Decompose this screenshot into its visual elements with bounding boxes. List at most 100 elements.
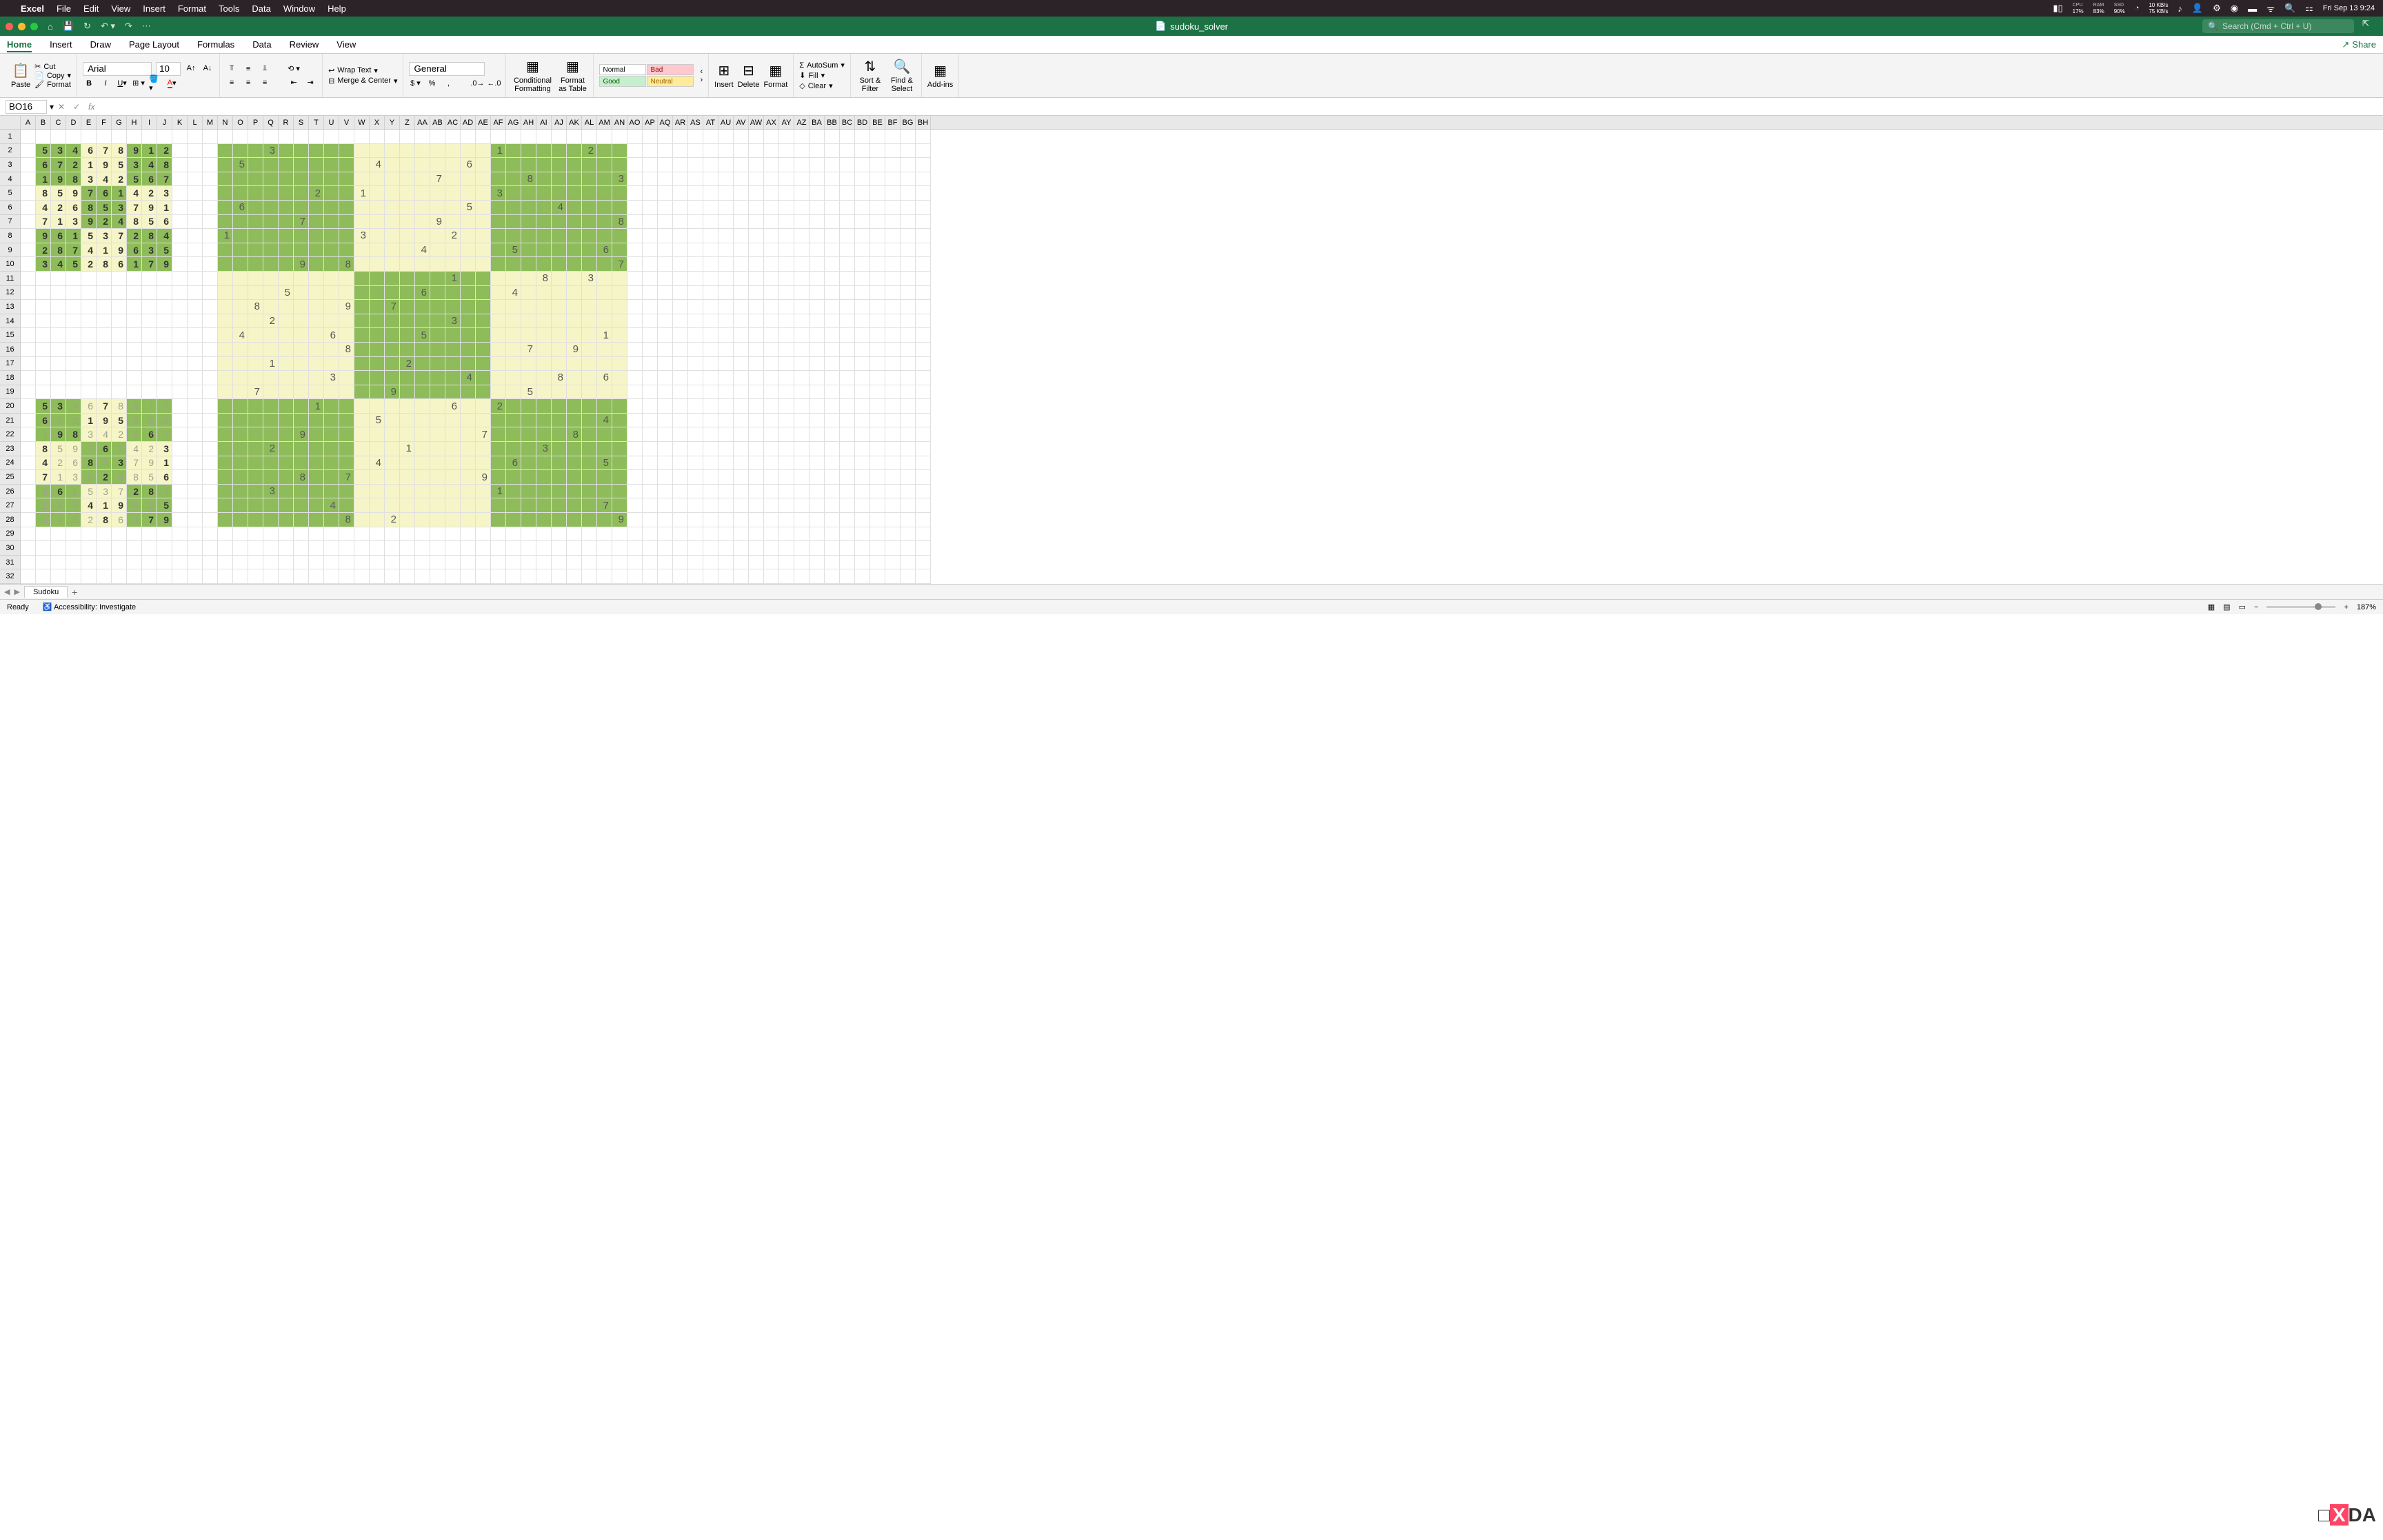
- cell[interactable]: [885, 172, 901, 187]
- cell[interactable]: [309, 257, 324, 272]
- cell[interactable]: [279, 442, 294, 456]
- redo-icon[interactable]: ↷: [125, 21, 132, 32]
- cell[interactable]: [749, 357, 764, 372]
- cell[interactable]: 2: [157, 144, 172, 159]
- cell[interactable]: 7: [597, 498, 612, 513]
- cell[interactable]: [506, 300, 521, 314]
- cell[interactable]: [885, 470, 901, 485]
- column-header[interactable]: I: [142, 116, 157, 129]
- cell[interactable]: [536, 243, 552, 258]
- cell[interactable]: [521, 485, 536, 499]
- copy-button[interactable]: 📄 Copy ▾: [34, 71, 71, 80]
- cell[interactable]: [718, 272, 734, 286]
- cell[interactable]: [627, 556, 643, 570]
- cell[interactable]: [263, 215, 279, 230]
- cell[interactable]: [718, 470, 734, 485]
- cell[interactable]: [703, 130, 718, 144]
- cell[interactable]: [552, 215, 567, 230]
- cell[interactable]: [840, 243, 855, 258]
- cell[interactable]: [597, 485, 612, 499]
- cell[interactable]: [703, 343, 718, 357]
- cell[interactable]: [536, 371, 552, 385]
- cell[interactable]: [718, 158, 734, 172]
- cell[interactable]: [673, 399, 688, 414]
- cell[interactable]: [415, 229, 430, 243]
- cell[interactable]: [294, 144, 309, 159]
- cell[interactable]: [552, 286, 567, 301]
- cell[interactable]: [81, 541, 97, 556]
- cell[interactable]: [901, 186, 916, 201]
- cell[interactable]: [825, 172, 840, 187]
- cell[interactable]: [400, 243, 415, 258]
- cell[interactable]: [885, 385, 901, 400]
- cell[interactable]: [627, 485, 643, 499]
- cell[interactable]: [248, 556, 263, 570]
- cell[interactable]: [203, 541, 218, 556]
- cell[interactable]: [536, 498, 552, 513]
- cell[interactable]: 4: [370, 456, 385, 471]
- cell[interactable]: [703, 556, 718, 570]
- cell[interactable]: [81, 314, 97, 329]
- cell[interactable]: [734, 286, 749, 301]
- cell[interactable]: [870, 541, 885, 556]
- cell[interactable]: [112, 357, 127, 372]
- cell[interactable]: [491, 300, 506, 314]
- cell[interactable]: [840, 427, 855, 442]
- cell[interactable]: [901, 328, 916, 343]
- cell[interactable]: [36, 314, 51, 329]
- cell[interactable]: [324, 215, 339, 230]
- cell[interactable]: [825, 485, 840, 499]
- cell[interactable]: [718, 328, 734, 343]
- column-header[interactable]: AK: [567, 116, 582, 129]
- cell[interactable]: [476, 485, 491, 499]
- cell[interactable]: [461, 343, 476, 357]
- cell[interactable]: [491, 343, 506, 357]
- cell[interactable]: [294, 513, 309, 527]
- column-header[interactable]: T: [309, 116, 324, 129]
- cell[interactable]: [36, 541, 51, 556]
- cell[interactable]: [233, 498, 248, 513]
- cell[interactable]: [916, 343, 931, 357]
- cell[interactable]: 3: [142, 498, 157, 513]
- cell[interactable]: [430, 201, 445, 215]
- column-header[interactable]: V: [339, 116, 354, 129]
- cell[interactable]: [309, 556, 324, 570]
- cell[interactable]: 5: [97, 456, 112, 471]
- cell[interactable]: [794, 456, 810, 471]
- cell[interactable]: [445, 215, 461, 230]
- cell[interactable]: [870, 314, 885, 329]
- cell[interactable]: 3: [142, 243, 157, 258]
- column-header[interactable]: H: [127, 116, 142, 129]
- cell[interactable]: [749, 442, 764, 456]
- cell[interactable]: 2: [127, 229, 142, 243]
- cell[interactable]: [461, 498, 476, 513]
- row-header[interactable]: 22: [0, 427, 20, 442]
- cell[interactable]: [81, 300, 97, 314]
- cell[interactable]: 4: [157, 229, 172, 243]
- cell[interactable]: [324, 314, 339, 329]
- cell[interactable]: [779, 414, 794, 428]
- column-header[interactable]: AF: [491, 116, 506, 129]
- cell[interactable]: 5: [51, 442, 66, 456]
- cell[interactable]: [445, 456, 461, 471]
- cell[interactable]: [203, 314, 218, 329]
- cell[interactable]: [461, 399, 476, 414]
- cell[interactable]: [536, 314, 552, 329]
- cell[interactable]: [461, 485, 476, 499]
- cell[interactable]: [582, 158, 597, 172]
- cell[interactable]: [870, 498, 885, 513]
- cell[interactable]: [718, 257, 734, 272]
- cell[interactable]: [233, 229, 248, 243]
- cell[interactable]: [643, 215, 658, 230]
- comma-icon[interactable]: ,: [442, 77, 454, 90]
- cell[interactable]: [612, 385, 627, 400]
- cell[interactable]: [430, 357, 445, 372]
- cell[interactable]: [97, 371, 112, 385]
- cell[interactable]: [66, 272, 81, 286]
- cell[interactable]: [172, 272, 188, 286]
- cell[interactable]: [810, 371, 825, 385]
- cell[interactable]: [248, 343, 263, 357]
- battery-icon[interactable]: ▮▯: [2053, 3, 2062, 14]
- cell[interactable]: [825, 229, 840, 243]
- cell[interactable]: [461, 300, 476, 314]
